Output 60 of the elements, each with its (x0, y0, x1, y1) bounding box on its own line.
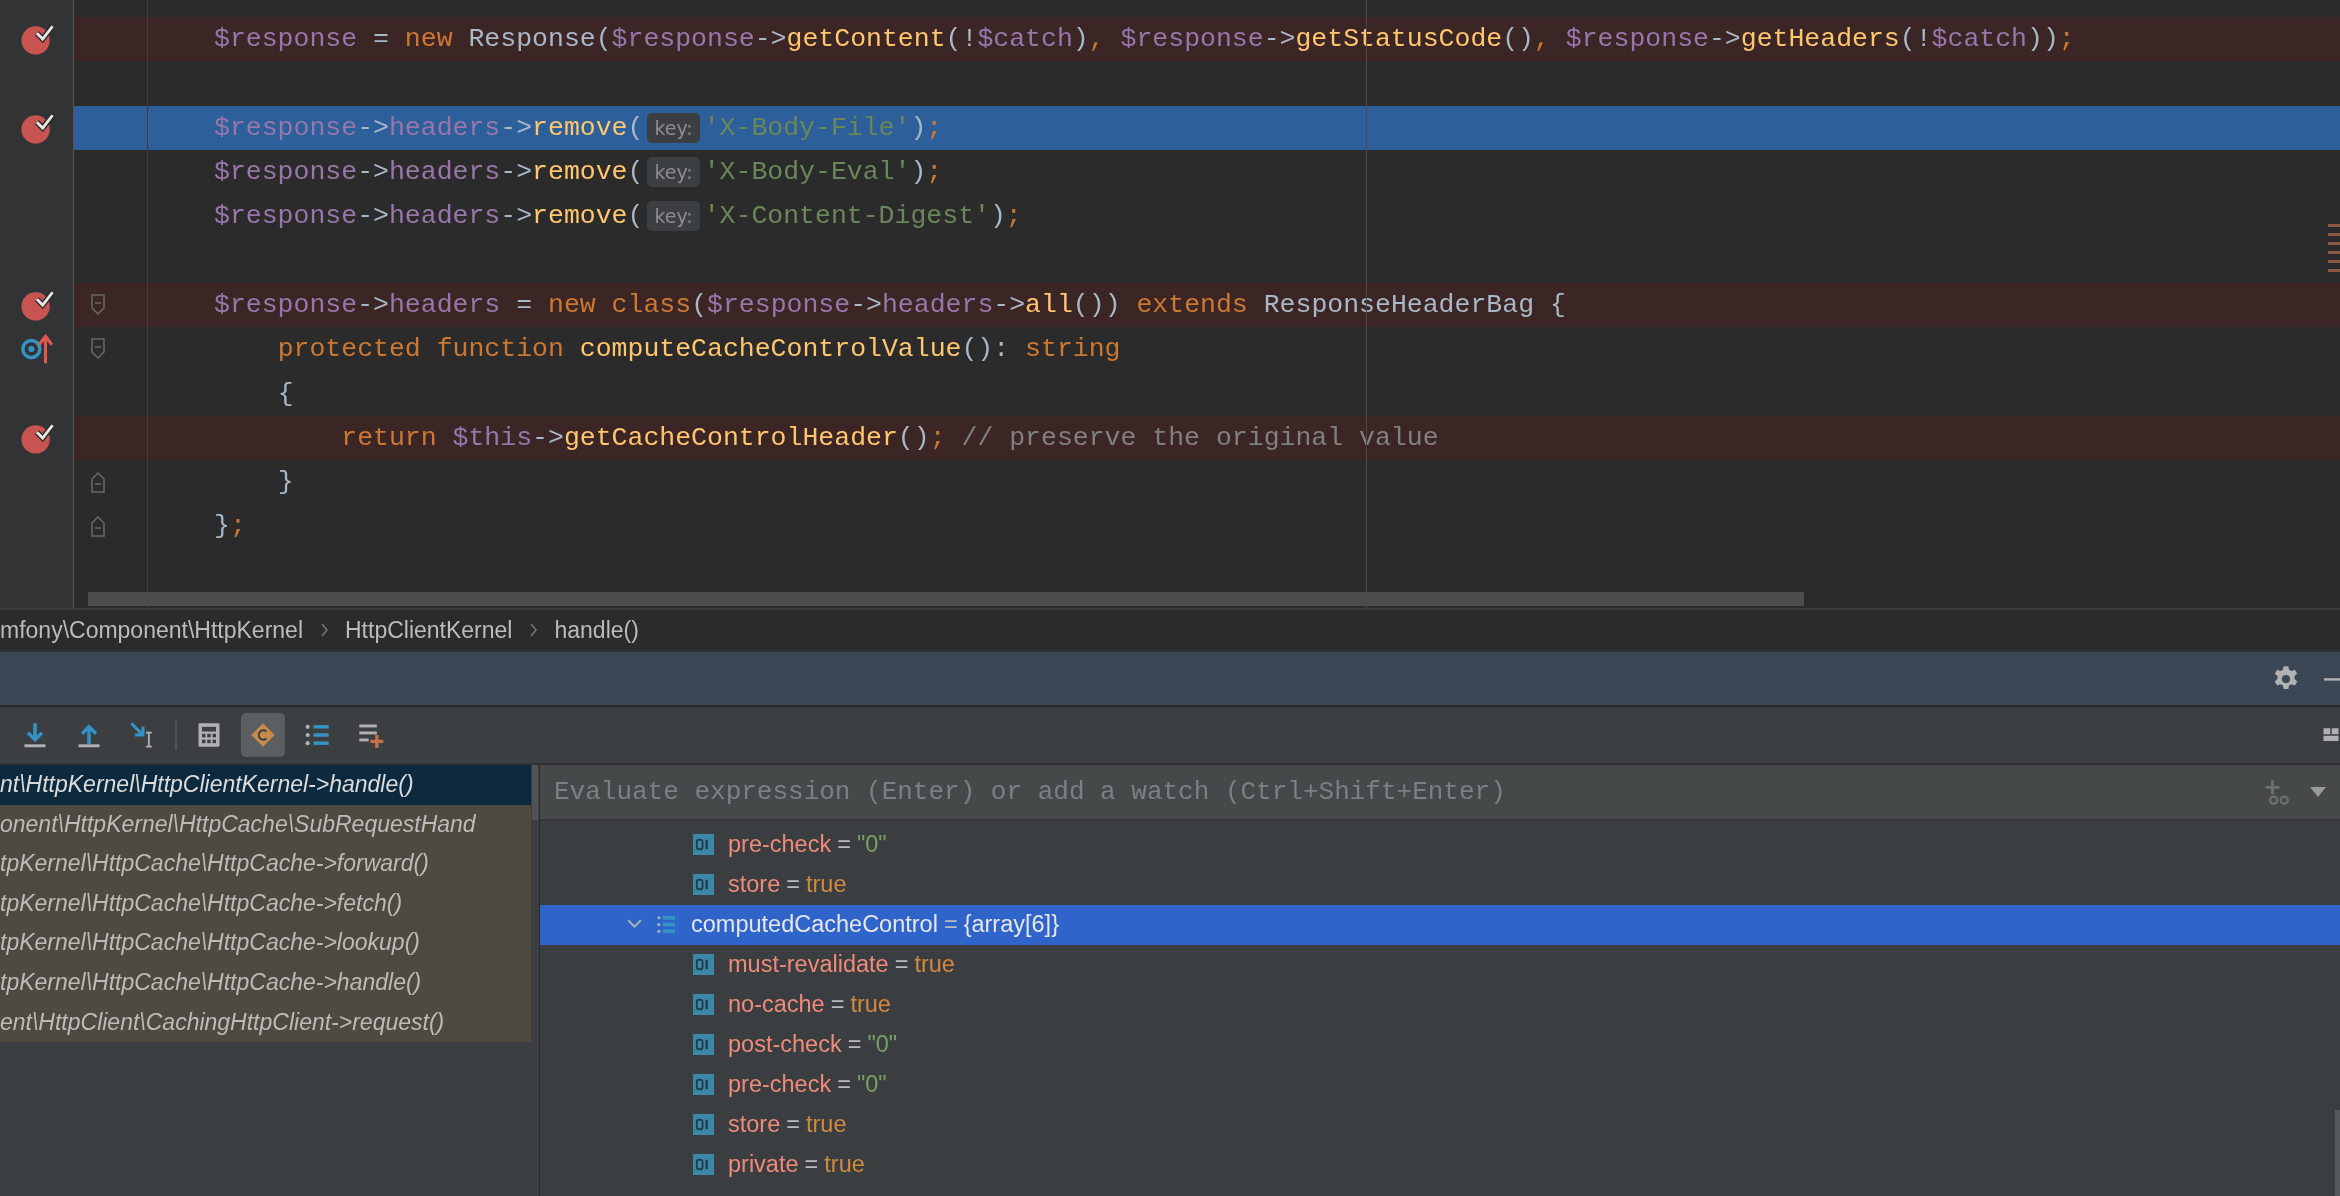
field-icon (693, 1033, 714, 1055)
field-icon (693, 994, 714, 1015)
variable-value: pre-check = "0" (728, 1070, 887, 1098)
field-icon (693, 874, 714, 896)
variable-value: must-revalidate = true (728, 951, 955, 979)
breakpoint-icon[interactable] (19, 22, 54, 57)
diamond-icon (249, 721, 277, 749)
code-text: 'X-Content-Digest'); (703, 201, 1022, 232)
array-icon (656, 914, 677, 936)
variable-value: post-check = "0" (728, 1030, 898, 1058)
scrollbar-thumb[interactable] (532, 765, 538, 820)
code-text: protected function computeCacheControlValue(): string (277, 334, 1121, 365)
stack-frame[interactable]: tpKernel\HttpCache\HttpCache->forward() (0, 844, 531, 884)
fold-icon[interactable] (90, 337, 106, 362)
selected-tree-row[interactable]: computedCacheControl = {array[6]} (540, 904, 2340, 945)
field-icon (693, 834, 714, 856)
stack-frame[interactable]: nt\HttpKernel\HttpClientKernel->handle() (0, 765, 531, 805)
code-text: 'X-Body-File'); (703, 112, 943, 143)
variable-value: store = true (728, 1110, 847, 1138)
field-icon (693, 1113, 714, 1135)
parameter-hint: key: (647, 157, 700, 188)
code-text: }; (214, 511, 246, 542)
code-text: $response->headers->remove( (214, 201, 644, 232)
parameter-hint: key: (647, 112, 700, 143)
stack-frame[interactable]: tpKernel\HttpCache\HttpCache->fetch() (0, 883, 531, 924)
code-text: $response->headers = new class($response->headers->all()) extends ResponseHeaderBag { (214, 289, 1566, 320)
variable-value: no-cache = true (728, 991, 891, 1018)
minimize-icon[interactable] (2324, 676, 2340, 681)
stack-frame[interactable]: tpKernel\HttpCache\HttpCache->lookup() (0, 923, 531, 963)
parameter-hint: key: (647, 201, 700, 232)
fold-end-icon[interactable] (90, 514, 106, 539)
field-icon (693, 1153, 714, 1175)
diamond-button[interactable] (241, 713, 285, 757)
fold-icon[interactable] (90, 292, 106, 317)
stack-frame[interactable]: onent\HttpKernel\HttpCache\SubRequestHand (0, 804, 531, 845)
field-icon (693, 1073, 714, 1095)
variable-value: store = true (728, 871, 847, 899)
variable-value: pre-check = "0" (728, 831, 887, 859)
dropdown-icon[interactable] (2310, 787, 2326, 797)
code-text: } (277, 467, 294, 498)
breadcrumb-item[interactable]: mfony\Component\HttpKernel (0, 616, 303, 644)
variable-value: computedCacheControl = {array[6]} (691, 911, 1059, 939)
breadcrumb-item[interactable]: HttpClientKernel (345, 616, 513, 644)
chevron-right-icon (528, 622, 539, 638)
watch-input-field[interactable]: Evaluate expression (Enter) or add a watch (Ctrl+Shift+Enter) (554, 777, 2242, 807)
horizontal-scrollbar[interactable] (88, 592, 1804, 606)
fold-end-icon[interactable] (90, 470, 106, 495)
breadcrumb-item[interactable]: handle() (554, 616, 639, 644)
variable-value: private = true (728, 1150, 865, 1178)
stack-frame[interactable]: ent\HttpClient\CachingHttpClient->request() (0, 1002, 531, 1043)
watch-field[interactable]: Evaluate expression (Enter) or add a watch (Ctrl+Shift+Enter) (540, 765, 2340, 821)
code-text: return $this->getCacheControlHeader(); // preserve the original value (341, 422, 1439, 453)
code-text: 'X-Body-Eval'); (703, 157, 943, 188)
code-text: $response = new Response($response->getContent(!$catch), $response->getStatusCode(), $response->getHeaders(!$catch)); (214, 24, 2075, 55)
field-icon (693, 954, 714, 976)
code-text: $response->headers->remove( (214, 112, 644, 143)
code-text: $response->headers->remove( (214, 157, 644, 188)
code-text: { (277, 378, 294, 409)
stack-frame[interactable]: tpKernel\HttpCache\HttpCache->handle() (0, 962, 531, 1003)
chevron-right-icon (319, 622, 329, 638)
